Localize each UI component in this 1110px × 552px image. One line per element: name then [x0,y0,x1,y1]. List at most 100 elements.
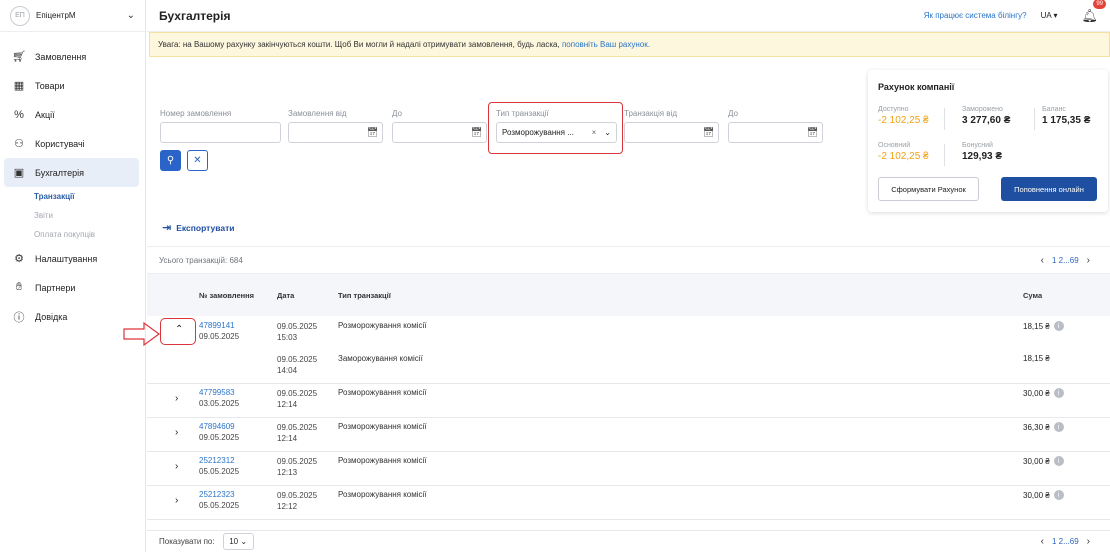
date-value: 09.05.2025 [277,491,318,500]
company-account-card: Рахунок компанії Доступно -2 102,25 ₴ Зам… [868,70,1108,212]
topup-account-link[interactable]: поповніть Ваш рахунок. [562,40,650,49]
table-row: › 47799583 03.05.2025 09.05.2025 12:14 Роз… [147,384,1110,418]
order-cell: 25212312 05.05.2025 [199,456,239,476]
sidebar-item-label: Замовлення [35,51,87,62]
bonus-balance: Бонусний 129,93 ₴ [962,142,1002,162]
info-icon[interactable]: i [1053,388,1064,398]
chevron-right-icon[interactable]: › [1087,255,1090,266]
info-icon[interactable]: i [1053,422,1064,432]
export-button[interactable]: ⇥ Експортувати [162,221,235,234]
order-link[interactable]: 47799583 [199,388,239,397]
chevron-right-icon[interactable]: › [175,427,178,438]
sidebar-item-label: Налаштування [35,253,98,264]
transaction-to-date-input[interactable]: 📅︎ [728,122,823,143]
table-row: › 25212323 05.05.2025 09.05.2025 12:12 Роз… [147,486,1110,520]
sidebar-subitem-reports[interactable]: Звіти [0,206,145,225]
frozen-label: Заморожено [962,106,1003,113]
type-cell: Розморожування комісії [338,422,427,431]
order-number-input[interactable] [160,122,281,143]
sum-cell: 30,00 ₴ i [1023,388,1064,398]
per-page-select[interactable]: 10 ⌄ [222,533,254,550]
calendar-icon[interactable]: 📅︎ [367,127,378,138]
frozen-value: 3 277,60 ₴ [962,115,1011,126]
filter-label: Замовлення від [288,109,347,118]
sidebar-subitem-customer-payments[interactable]: Оплата покупців [0,225,145,244]
sum-value: 30,00 ₴ [1023,456,1050,466]
page-title: Бухгалтерія [159,8,231,23]
filter-order-number: Номер замовлення [160,109,281,143]
info-icon[interactable]: i [1053,490,1064,500]
order-from-date-input[interactable]: 📅︎ [288,122,383,143]
type-cell: Розморожування комісії [338,321,427,330]
help-icon: ⓘ [13,311,25,324]
calendar-icon[interactable]: 📅︎ [471,127,482,138]
clear-filters-button[interactable]: ✕ [187,150,208,171]
company-switcher[interactable]: ЕП ЕпіцентрМ ⌄ [0,0,145,32]
search-icon: ⚲ [166,155,175,166]
available-balance: Доступно -2 102,25 ₴ [878,106,929,126]
order-link[interactable]: 47899141 [199,321,239,330]
alert-text: Увага: на Вашому рахунку закінчуються ко… [158,40,562,49]
sidebar-item-products[interactable]: ▦ Товари [0,71,145,100]
date-value: 09.05.2025 [277,322,318,331]
order-link[interactable]: 47894609 [199,422,239,431]
page-links[interactable]: 1 2...69 [1052,537,1079,546]
sum-value: 30,00 ₴ [1023,490,1050,500]
sidebar-item-orders[interactable]: 🛒︎ Замовлення [0,42,145,71]
divider [944,108,945,130]
info-icon[interactable]: i [1053,456,1064,466]
sum-cell: 18,15 ₴ [1023,354,1050,363]
notifications-button[interactable]: 🔔︎ 99 [1081,0,1106,24]
date-cell: 09.05.2025 14:04 [277,354,317,376]
sum-cell: 18,15 ₴ i [1023,321,1064,331]
date-value: 09.05.2025 [277,423,318,432]
order-link[interactable]: 25212312 [199,456,239,465]
date-cell: 09.05.2025 12:13 [277,456,317,478]
users-icon: ⚇ [14,138,24,150]
order-cell: 47899141 09.05.2025 [199,321,239,341]
card-title: Рахунок компанії [878,82,955,92]
time-value: 14:04 [277,366,298,375]
filter-label: До [728,109,738,118]
filter-order-from: Замовлення від 📅︎ [288,109,383,143]
sum-cell: 30,00 ₴ i [1023,456,1064,466]
sidebar-item-partners[interactable]: ✋︎ Партнери [0,273,145,302]
top-header: Бухгалтерія Як працює система білінгу? U… [147,0,1110,32]
export-label: Експортувати [176,222,235,233]
chevron-right-icon[interactable]: › [1087,536,1090,547]
calendar-icon[interactable]: 📅︎ [703,127,714,138]
sum-value: 18,15 ₴ [1023,321,1050,331]
balance-value: 1 175,35 ₴ [1042,115,1091,126]
sidebar-item-accounting[interactable]: ▣ Бухгалтерія [4,158,139,187]
order-to-date-input[interactable]: 📅︎ [392,122,487,143]
generate-invoice-button[interactable]: Сформувати Рахунок [878,177,979,201]
topup-online-button[interactable]: Поповнення онлайн [1001,177,1097,201]
language-select[interactable]: UA ▾ [1041,11,1058,20]
pagination-bottom: ‹ 1 2...69 › [1033,536,1098,547]
chevron-right-icon[interactable]: › [175,495,178,506]
sidebar-item-users[interactable]: ⚇ Користувачі [0,129,145,158]
sidebar-subitem-transactions[interactable]: Транзакції [0,187,145,206]
chevron-left-icon[interactable]: ‹ [1041,536,1044,547]
table-summary-bar: Усього транзакцій: 684 ‹ 1 2...69 › [147,246,1110,274]
settings-icon: ⚙ [14,253,24,265]
chevron-right-icon[interactable]: › [175,393,178,404]
info-icon[interactable]: i [1053,321,1064,331]
billing-help-link[interactable]: Як працює система білінгу? [924,11,1027,20]
search-button[interactable]: ⚲ [160,150,181,171]
calendar-icon[interactable]: 📅︎ [807,127,818,138]
chevron-left-icon[interactable]: ‹ [1041,255,1044,266]
sidebar-nav: 🛒︎ Замовлення ▦ Товари % Акції ⚇ Користувачі… [0,32,145,331]
sidebar-item-label: Бухгалтерія [35,167,84,178]
discount-icon: % [14,108,24,121]
annotation-arrow-icon [123,321,161,347]
chevron-right-icon[interactable]: › [175,461,178,472]
time-value: 12:12 [277,502,298,511]
page-links[interactable]: 1 2...69 [1052,256,1079,265]
sidebar-item-promotions[interactable]: % Акції [0,100,145,129]
order-link[interactable]: 25212323 [199,490,239,499]
transaction-from-date-input[interactable]: 📅︎ [624,122,719,143]
sidebar-item-settings[interactable]: ⚙ Налаштування [0,244,145,273]
sidebar: ЕП ЕпіцентрМ ⌄ 🛒︎ Замовлення ▦ Товари % Акц… [0,0,146,552]
sum-cell: 36,30 ₴ i [1023,422,1064,432]
